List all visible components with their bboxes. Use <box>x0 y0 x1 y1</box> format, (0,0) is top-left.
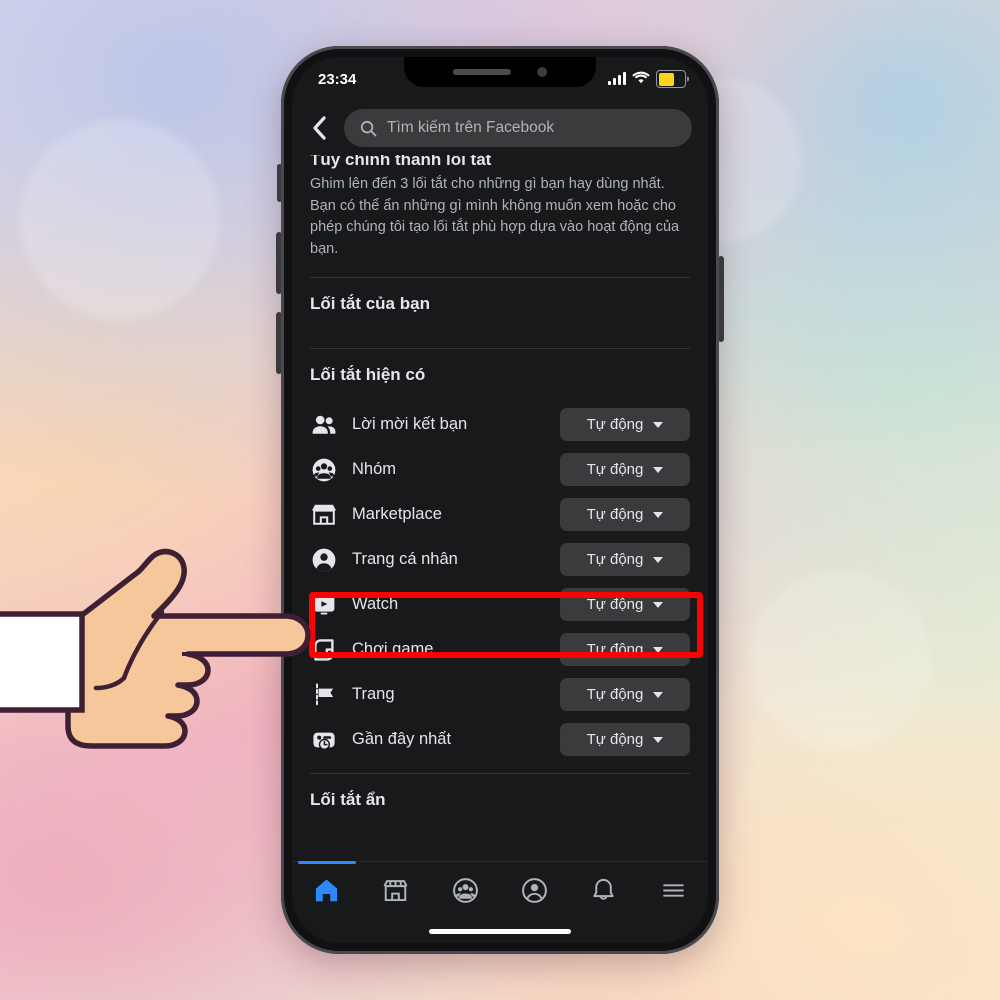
pointing-hand-illustration <box>0 548 311 749</box>
shortcut-label: Trang <box>352 685 395 703</box>
wifi-icon <box>632 71 650 88</box>
active-tab-indicator <box>297 861 356 864</box>
shortcut-mode-dropdown[interactable]: Tự động <box>560 498 690 531</box>
friends-icon <box>310 411 338 439</box>
search-input[interactable]: Tìm kiếm trên Facebook <box>344 109 692 147</box>
search-placeholder: Tìm kiếm trên Facebook <box>387 119 555 136</box>
shortcut-row-friend-requests[interactable]: Lời mời kết bạn Tự động <box>310 402 690 447</box>
shortcut-label: Lời mời kết bạn <box>352 415 468 433</box>
profile-icon <box>522 877 548 903</box>
shortcut-mode-dropdown[interactable]: Tự động <box>560 408 690 441</box>
app-header: Tìm kiếm trên Facebook <box>292 101 708 155</box>
shortcut-label: Gần đây nhất <box>352 730 452 748</box>
dropdown-value: Tự động <box>586 506 644 523</box>
dropdown-value: Tự động <box>586 686 644 703</box>
power-button[interactable] <box>718 256 724 342</box>
shortcut-row-groups[interactable]: Nhóm Tự động <box>310 447 690 492</box>
shortcut-label: Marketplace <box>352 505 442 523</box>
shortcut-mode-dropdown[interactable]: Tự động <box>560 723 690 756</box>
notifications-icon <box>593 878 615 900</box>
chevron-down-icon <box>653 691 664 698</box>
marketplace-icon <box>310 501 338 529</box>
dropdown-value: Tự động <box>586 596 644 613</box>
shortcut-row-gaming[interactable]: Chơi game Tự động <box>310 627 690 672</box>
shortcut-label: Trang cá nhân <box>352 550 458 568</box>
groups-icon <box>452 877 478 903</box>
chevron-down-icon <box>653 421 664 428</box>
shortcut-row-watch[interactable]: Watch Tự động <box>310 582 690 627</box>
marketplace-icon <box>383 879 408 901</box>
shortcut-mode-dropdown[interactable]: Tự động <box>560 678 690 711</box>
chevron-down-icon <box>653 601 664 608</box>
screenshot-stage: 23:34 Tìm kiếm trên Facebook Tùy chỉnh t… <box>0 0 1000 1000</box>
back-chevron-icon[interactable] <box>306 115 332 141</box>
chevron-down-icon <box>653 466 664 473</box>
nav-notifications[interactable] <box>581 871 627 909</box>
status-bar-indicators <box>608 70 686 88</box>
dropdown-value: Tự động <box>586 416 644 433</box>
battery-icon <box>656 70 686 88</box>
search-icon <box>360 120 377 136</box>
mute-switch-button[interactable] <box>277 164 282 202</box>
cellular-signal-icon <box>608 72 626 85</box>
chevron-down-icon <box>653 646 664 653</box>
shortcut-mode-dropdown[interactable]: Tự động <box>560 588 690 621</box>
shortcut-row-pages[interactable]: Trang Tự động <box>310 672 690 717</box>
dropdown-value: Tự động <box>586 461 644 478</box>
shortcut-label: Chơi game <box>352 640 434 658</box>
nav-profile[interactable] <box>512 871 558 909</box>
shortcut-row-recent[interactable]: Gần đây nhất Tự động <box>310 717 690 762</box>
shortcut-mode-dropdown[interactable]: Tự động <box>560 543 690 576</box>
volume-up-button[interactable] <box>276 232 282 294</box>
phone-screen: 23:34 Tìm kiếm trên Facebook Tùy chỉnh t… <box>292 57 708 943</box>
chevron-down-icon <box>653 511 664 518</box>
nav-groups[interactable] <box>442 871 488 909</box>
menu-icon <box>662 883 684 897</box>
settings-scroll-content[interactable]: Tùy chỉnh thanh lối tắt Ghim lên đến 3 l… <box>292 155 708 871</box>
front-camera-icon <box>537 67 547 77</box>
page-title: Tùy chỉnh thanh lối tắt <box>310 155 492 169</box>
section-available-shortcuts: Lối tắt hiện có <box>310 365 426 384</box>
nav-home[interactable] <box>297 861 356 909</box>
shortcut-mode-dropdown[interactable]: Tự động <box>560 633 690 666</box>
dropdown-value: Tự động <box>586 551 644 568</box>
shortcut-row-profile[interactable]: Trang cá nhân Tự động <box>310 537 690 582</box>
chevron-down-icon <box>653 556 664 563</box>
shortcut-mode-dropdown[interactable]: Tự động <box>560 453 690 486</box>
section-your-shortcuts: Lối tắt của bạn <box>310 294 430 313</box>
chevron-down-icon <box>653 736 664 743</box>
page-description: Ghim lên đến 3 lối tắt cho những gì bạn … <box>310 176 680 257</box>
shortcut-label: Nhóm <box>352 460 397 478</box>
dropdown-value: Tự động <box>586 731 644 748</box>
shortcut-label: Watch <box>352 595 399 613</box>
home-icon <box>316 878 338 901</box>
shortcut-row-marketplace[interactable]: Marketplace Tự động <box>310 492 690 537</box>
phone-notch <box>404 57 596 87</box>
nav-menu[interactable] <box>650 871 696 909</box>
section-hidden-shortcuts: Lối tắt ẩn <box>310 790 386 809</box>
home-indicator-bar <box>429 929 571 934</box>
volume-down-button[interactable] <box>276 312 282 374</box>
phone-device-frame: 23:34 Tìm kiếm trên Facebook Tùy chỉnh t… <box>276 46 724 954</box>
dropdown-value: Tự động <box>586 641 644 658</box>
groups-icon <box>310 456 338 484</box>
earpiece-speaker-icon <box>453 69 511 75</box>
status-bar-time: 23:34 <box>318 70 357 88</box>
nav-marketplace[interactable] <box>373 871 419 909</box>
